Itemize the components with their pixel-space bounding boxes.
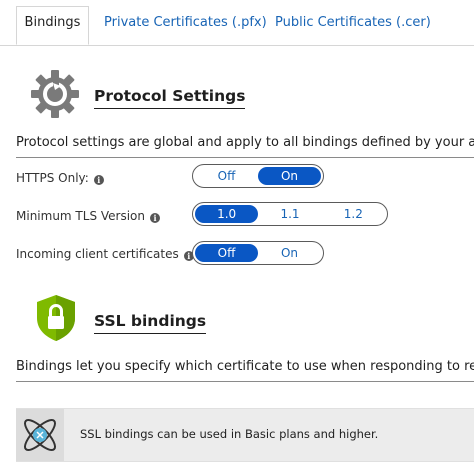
min-tls-option-1-1[interactable]: 1.1 [258,205,321,223]
https-only-toggle[interactable]: Off On [192,164,324,188]
client-certs-label: Incoming client certificates i [16,246,194,262]
min-tls-option-1-2[interactable]: 1.2 [322,205,385,223]
info-icon[interactable]: i [93,175,104,185]
ssl-bindings-description: Bindings let you specify which certifica… [16,355,474,382]
protocol-settings-title: Protocol Settings [94,87,246,109]
shield-lock-icon [36,294,76,342]
info-bar-text: SSL bindings can be used in Basic plans … [80,427,379,441]
https-only-label-text: HTTPS Only: [16,171,89,185]
tab-bindings[interactable]: Bindings [16,6,89,45]
min-tls-label-text: Minimum TLS Version [16,209,145,223]
min-tls-option-1-0[interactable]: 1.0 [195,205,259,223]
client-certs-label-text: Incoming client certificates [16,247,179,261]
client-certs-toggle[interactable]: Off On [192,241,324,265]
https-only-off-option[interactable]: Off [195,167,258,185]
info-icon[interactable]: i [150,213,160,223]
tab-public-certificates[interactable]: Public Certificates (.cer) [275,9,431,45]
tab-bar: Bindings Private Certificates (.pfx) Pub… [0,0,474,46]
protocol-settings-description: Protocol settings are global and apply t… [16,131,474,158]
gear-icon [30,69,80,119]
tab-private-certificates[interactable]: Private Certificates (.pfx) [104,9,267,45]
https-only-on-option[interactable]: On [258,167,321,185]
https-only-label: HTTPS Only: i [16,170,104,186]
client-certs-off-option[interactable]: Off [195,244,258,262]
atom-icon [16,409,64,461]
min-tls-label: Minimum TLS Version i [16,208,160,224]
info-bar: SSL bindings can be used in Basic plans … [16,408,474,462]
ssl-bindings-title: SSL bindings [94,312,207,334]
min-tls-toggle[interactable]: 1.0 1.1 1.2 [192,202,388,226]
client-certs-on-option[interactable]: On [258,244,321,262]
